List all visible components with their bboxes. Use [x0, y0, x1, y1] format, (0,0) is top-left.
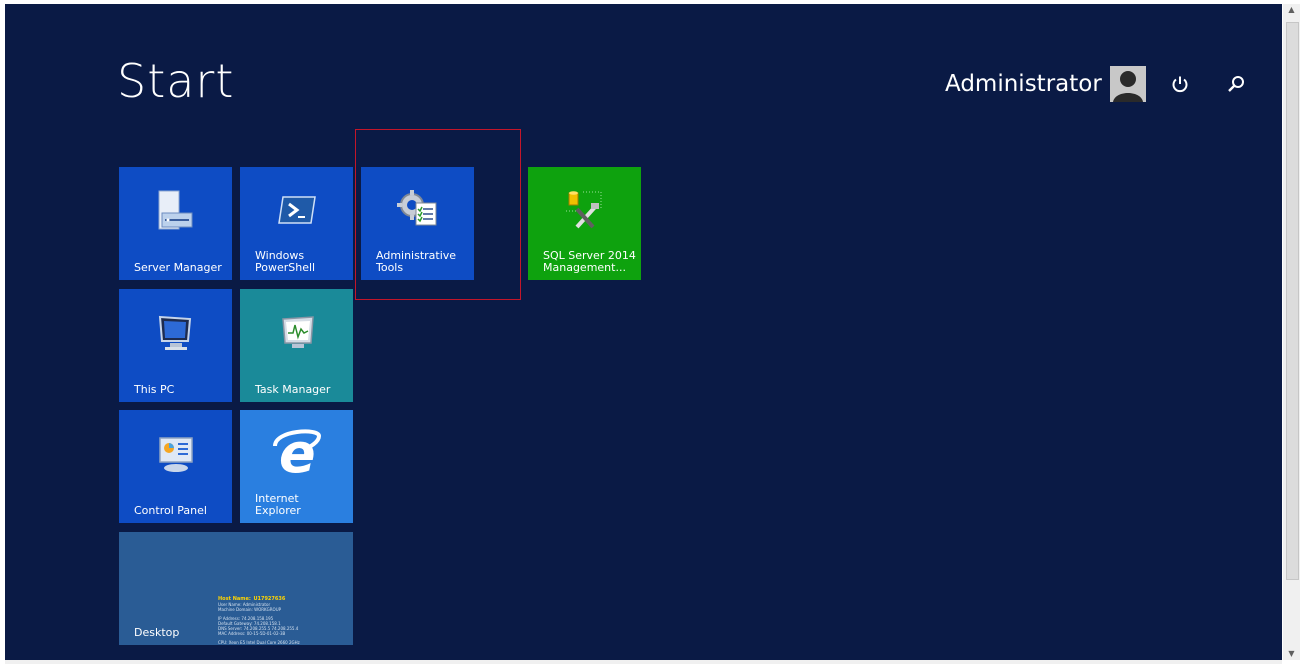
tile-internet-explorer[interactable]: e Internet Explorer: [240, 410, 353, 523]
power-icon: [1172, 76, 1188, 93]
vertical-scrollbar[interactable]: ▲ ▼: [1283, 4, 1300, 660]
server-manager-icon: [119, 189, 232, 233]
tile-windows-powershell[interactable]: Windows PowerShell: [240, 167, 353, 280]
user-name: Administrator: [945, 71, 1102, 97]
scroll-up-arrow-icon[interactable]: ▲: [1283, 4, 1300, 16]
control-panel-icon: [119, 432, 232, 476]
bginfo-row: CPU: Xeon E5 Intel Dual Core 2660 2GHz: [218, 640, 300, 645]
start-screen: Start Administrator Server Manager Windo…: [5, 4, 1282, 660]
tile-label: Windows PowerShell: [255, 249, 316, 274]
tile-desktop[interactable]: Host Name: U17927636 User Name: Administ…: [119, 532, 353, 645]
tile-label: Desktop: [134, 626, 180, 639]
task-manager-icon: [240, 311, 353, 355]
tile-label: Administrative Tools: [376, 249, 457, 274]
user-avatar-icon[interactable]: [1109, 66, 1146, 102]
tile-label: This PC: [134, 383, 175, 396]
internet-explorer-icon: e: [240, 426, 353, 478]
horizontal-scrollbar[interactable]: [5, 660, 1282, 664]
scroll-down-arrow-icon[interactable]: ▼: [1283, 648, 1300, 660]
tile-label: Control Panel: [134, 504, 207, 517]
sql-server-icon: [528, 189, 641, 233]
scroll-thumb[interactable]: [1286, 22, 1299, 580]
tile-this-pc[interactable]: This PC: [119, 289, 232, 402]
tile-sql-server-management-studio[interactable]: SQL Server 2014 Management...: [528, 167, 641, 280]
powershell-icon: [240, 189, 353, 225]
search-button[interactable]: [1218, 66, 1254, 102]
this-pc-icon: [119, 311, 232, 355]
user-account[interactable]: Administrator: [945, 66, 1146, 102]
start-title: Start: [117, 54, 235, 108]
tile-label: Server Manager: [134, 261, 222, 274]
tile-control-panel[interactable]: Control Panel: [119, 410, 232, 523]
power-button[interactable]: [1162, 66, 1198, 102]
tile-task-manager[interactable]: Task Manager: [240, 289, 353, 402]
tile-administrative-tools[interactable]: Administrative Tools: [361, 167, 474, 280]
search-icon: [1228, 76, 1244, 92]
tile-label: Internet Explorer: [255, 492, 301, 517]
tile-label: Task Manager: [255, 383, 331, 396]
tile-label: SQL Server 2014 Management...: [543, 249, 636, 274]
admin-tools-icon: [361, 189, 474, 229]
tile-server-manager[interactable]: Server Manager: [119, 167, 232, 280]
desktop-bginfo: Host Name: U17927636 User Name: Administ…: [218, 596, 300, 646]
